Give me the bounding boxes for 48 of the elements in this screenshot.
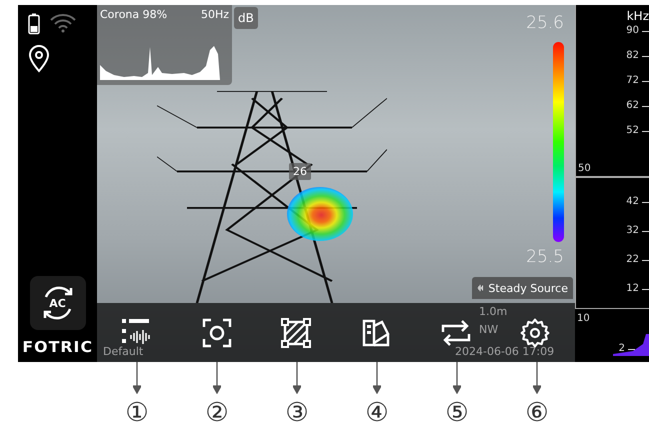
callout-arrow: [133, 362, 141, 394]
axis-tick-label: 32: [626, 225, 649, 236]
callout-arrow: [533, 362, 541, 394]
axis-tick-label: 72: [626, 75, 649, 86]
auto-cycle-button[interactable]: AC: [30, 276, 86, 330]
axis-corner-label: 10: [577, 313, 590, 324]
axis-tick-label: 82: [626, 50, 649, 61]
axis-tick-label: 90: [626, 25, 649, 36]
switch-icon: [440, 318, 472, 348]
axis-tick-label: 12: [626, 283, 649, 294]
callout-number: ②: [205, 398, 229, 428]
callout-arrow: [453, 362, 461, 394]
axis-tick-label: 22: [626, 254, 649, 265]
spectrum-peak-drawing: [613, 334, 649, 356]
axis-unit: kHz: [626, 9, 649, 23]
direction-reading: NW: [479, 323, 498, 336]
axis-corner-label: 50: [578, 163, 591, 174]
unit-button[interactable]: dB: [234, 7, 258, 29]
source-type-label: Steady Source: [488, 282, 568, 294]
timestamp: 2024-06-06 17:09: [455, 345, 554, 358]
settings-icon: [519, 316, 552, 348]
axis-tick-label: 62: [626, 100, 649, 111]
callout-number: ⑤: [445, 398, 469, 428]
axis-tick-label: 2: [618, 343, 635, 354]
battery-icon: [28, 13, 40, 35]
axis-tick-label: 52: [626, 125, 649, 136]
callout-arrow: [373, 362, 381, 394]
corona-reading: Corona 98%: [100, 8, 168, 21]
region-icon: [281, 318, 312, 348]
wifi-icon: [50, 13, 76, 33]
callout-number: ③: [285, 398, 309, 428]
capture-icon: [202, 318, 232, 348]
distance-reading: 1.0m: [479, 305, 508, 318]
axis-tick-label: 42: [626, 196, 649, 207]
brand-logo: FOTRIC: [22, 338, 93, 356]
waveform-icon: [477, 282, 484, 294]
callout-arrow: [213, 362, 221, 394]
callout-number: ④: [365, 398, 389, 428]
palette-icon: [360, 318, 391, 348]
hotspot-value: 26: [289, 163, 311, 180]
preset-name: Default: [103, 345, 144, 358]
scale-min-value: 25.5: [526, 247, 564, 267]
callout-number: ⑥: [525, 398, 549, 428]
scale-max-value: 25.6: [526, 13, 564, 33]
frequency-reading: 50Hz: [200, 8, 229, 21]
callout-arrow: [293, 362, 301, 394]
callout-number: ①: [125, 398, 149, 428]
location-pin-icon: [28, 45, 50, 73]
